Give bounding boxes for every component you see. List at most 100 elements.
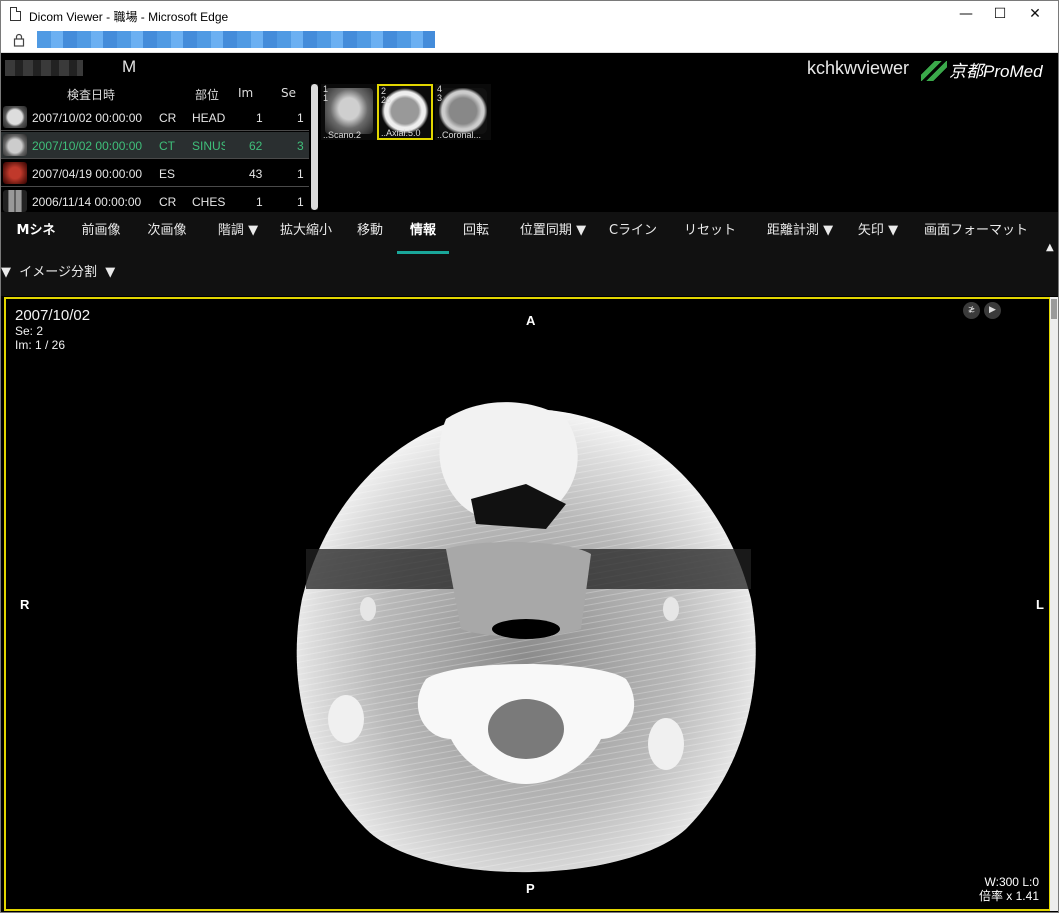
tool-label: Mシネ (16, 223, 56, 238)
ct-axial-image (296, 402, 756, 873)
tool-prev-image[interactable]: 前画像 (71, 212, 131, 254)
close-button[interactable]: ✕ (1012, 1, 1058, 28)
series-caption: ..Axial.5.0 (381, 128, 421, 138)
toolbar: Mシネ 前画像 次画像 階調 ▼ 拡大縮小 移動 情報 回転 位置同期 ▼ Cラ… (1, 212, 1058, 296)
study-date: 2007/10/02 (15, 307, 91, 324)
browser-window: Dicom Viewer - 職場 - Microsoft Edge — ☐ ✕… (0, 0, 1059, 913)
table-row[interactable]: 2007/10/02 00:00:00 CR HEAD 1 1 (1, 104, 309, 131)
col-im: Im (238, 86, 254, 100)
dicom-viewer-app: M kchkwviewer 京都ProMed 検査日時 部位 Im Se 200… (1, 54, 1058, 912)
scrollbar-thumb[interactable] (311, 84, 318, 210)
patient-sex: M (122, 57, 137, 76)
patient-name-redacted (5, 60, 83, 76)
dropdown-triangle-icon[interactable]: ▼ (1, 265, 11, 280)
cell-se: 3 (297, 139, 304, 153)
cell-part: SINUS (192, 139, 225, 153)
cell-date: 2007/04/19 00:00:00 (32, 167, 143, 181)
series-thumb[interactable]: 4 3 ..Coronal... (435, 84, 491, 140)
cell-date: 2007/10/02 00:00:00 (32, 139, 143, 153)
address-bar[interactable] (1, 28, 1058, 53)
tool-c-line[interactable]: Cライン (601, 212, 665, 254)
dropdown-triangle-icon[interactable]: ▼ (248, 223, 258, 238)
image-viewport[interactable]: 2007/10/02 Se: 2 Im: 1 / 26 ≵ ▶ A P R L … (4, 297, 1051, 911)
orientation-bottom: P (526, 881, 535, 896)
tool-pan[interactable]: 移動 (347, 212, 393, 254)
study-thumbnail (3, 190, 27, 212)
col-part: 部位 (195, 88, 220, 102)
tool-next-image[interactable]: 次画像 (137, 212, 197, 254)
orientation-top: A (526, 313, 536, 328)
orientation-right: L (1036, 597, 1044, 612)
cell-im: 43 (249, 167, 263, 181)
app-header: M kchkwviewer 京都ProMed (1, 54, 1058, 84)
series-thumb-selected[interactable]: 2 26 ..Axial.5.0 (377, 84, 433, 140)
series-thumbnails: 1 1 ..Scano.2 2 26 ..Axial.5.0 4 3 ..Cor… (319, 84, 1058, 212)
lock-icon (13, 33, 25, 47)
cell-modality: CR (159, 195, 177, 209)
cell-se: 1 (297, 195, 304, 209)
tool-zoom[interactable]: 拡大縮小 (274, 212, 338, 254)
tool-distance-measure[interactable]: 距離計測 ▼ (757, 212, 843, 254)
swap-icon[interactable]: ≵ (963, 302, 980, 319)
tool-label: 画面フォーマット (923, 223, 1028, 238)
cell-date: 2007/10/02 00:00:00 (32, 111, 143, 125)
promed-logo: 京都ProMed (921, 57, 1043, 81)
tool-label: 位置同期 (519, 223, 572, 238)
cell-part: CHES (192, 195, 226, 209)
series-count: 3 (437, 93, 443, 103)
url-redacted[interactable] (37, 31, 435, 48)
tool-label: 回転 (462, 223, 489, 238)
orientation-left: R (20, 597, 30, 612)
cell-im: 62 (249, 139, 263, 153)
tool-arrow[interactable]: 矢印 ▼ (847, 212, 909, 254)
page-icon (10, 7, 21, 21)
tool-sync-position[interactable]: 位置同期 ▼ (509, 212, 597, 254)
tool-label: 距離計測 (766, 223, 819, 238)
tool-label: イメージ分割 (19, 265, 98, 280)
tool-label: 移動 (356, 223, 383, 238)
tool-image-split[interactable]: ▼ イメージ分割 ▼ (1, 254, 141, 296)
table-row-selected[interactable]: 2007/10/02 00:00:00 CT SINUS 62 3 (1, 132, 309, 159)
dropdown-triangle-icon[interactable]: ▼ (823, 223, 833, 238)
tool-label: 階調 (217, 223, 244, 238)
title-bar: Dicom Viewer - 職場 - Microsoft Edge — ☐ ✕ (1, 1, 1058, 28)
tool-screen-format[interactable]: 画面フォーマット (915, 212, 1037, 254)
tool-info[interactable]: 情報 (397, 212, 449, 254)
series-number-label: Se: 2 (15, 324, 44, 338)
cell-se: 1 (297, 111, 304, 125)
dropdown-triangle-icon[interactable]: ▼ (105, 265, 115, 280)
logo-mark-icon (921, 61, 947, 81)
tool-window-level[interactable]: 階調 ▼ (205, 212, 271, 254)
series-count: 1 (323, 93, 329, 103)
dropdown-triangle-icon[interactable]: ▼ (576, 223, 586, 238)
scrollbar-thumb[interactable] (1051, 299, 1057, 319)
study-list: 検査日時 部位 Im Se 2007/10/02 00:00:00 CR HEA… (1, 84, 309, 215)
tool-label: リセット (683, 223, 736, 238)
table-row[interactable]: 2007/04/19 00:00:00 ES 43 1 (1, 160, 309, 187)
col-se: Se (281, 86, 296, 100)
series-caption: ..Coronal... (437, 130, 482, 140)
cell-se: 1 (297, 167, 304, 181)
tool-rotate[interactable]: 回転 (453, 212, 499, 254)
viewer-scrollbar[interactable] (1050, 297, 1058, 911)
window-level-overlay: W:300 L:0 倍率 x 1.41 (979, 875, 1039, 903)
image-info-overlay: 2007/10/02 Se: 2 Im: 1 / 26 (15, 307, 90, 352)
tool-label: Cライン (608, 223, 658, 238)
study-list-header: 検査日時 部位 Im Se (1, 84, 309, 104)
tool-label: 次画像 (147, 223, 187, 238)
cell-im: 1 (256, 195, 263, 209)
dropdown-triangle-icon[interactable]: ▼ (888, 223, 898, 238)
series-image (439, 88, 487, 134)
tool-m-cine[interactable]: Mシネ (5, 212, 67, 254)
table-row[interactable]: 2006/11/14 00:00:00 CR CHES 1 1 (1, 188, 309, 215)
window-title: Dicom Viewer - 職場 - Microsoft Edge (29, 10, 229, 24)
cell-date: 2006/11/14 00:00:00 (32, 195, 142, 209)
tool-label: 矢印 (857, 223, 884, 238)
play-icon[interactable]: ▶ (984, 302, 1001, 319)
cell-modality: CR (159, 111, 177, 125)
series-thumb[interactable]: 1 1 ..Scano.2 (321, 84, 377, 140)
toolbar-scroll-up-icon[interactable]: ▲ (1046, 242, 1054, 253)
brand-name: kchkwviewer (807, 58, 910, 78)
study-list-scrollbar[interactable] (311, 84, 318, 210)
tool-reset[interactable]: リセット (677, 212, 743, 254)
